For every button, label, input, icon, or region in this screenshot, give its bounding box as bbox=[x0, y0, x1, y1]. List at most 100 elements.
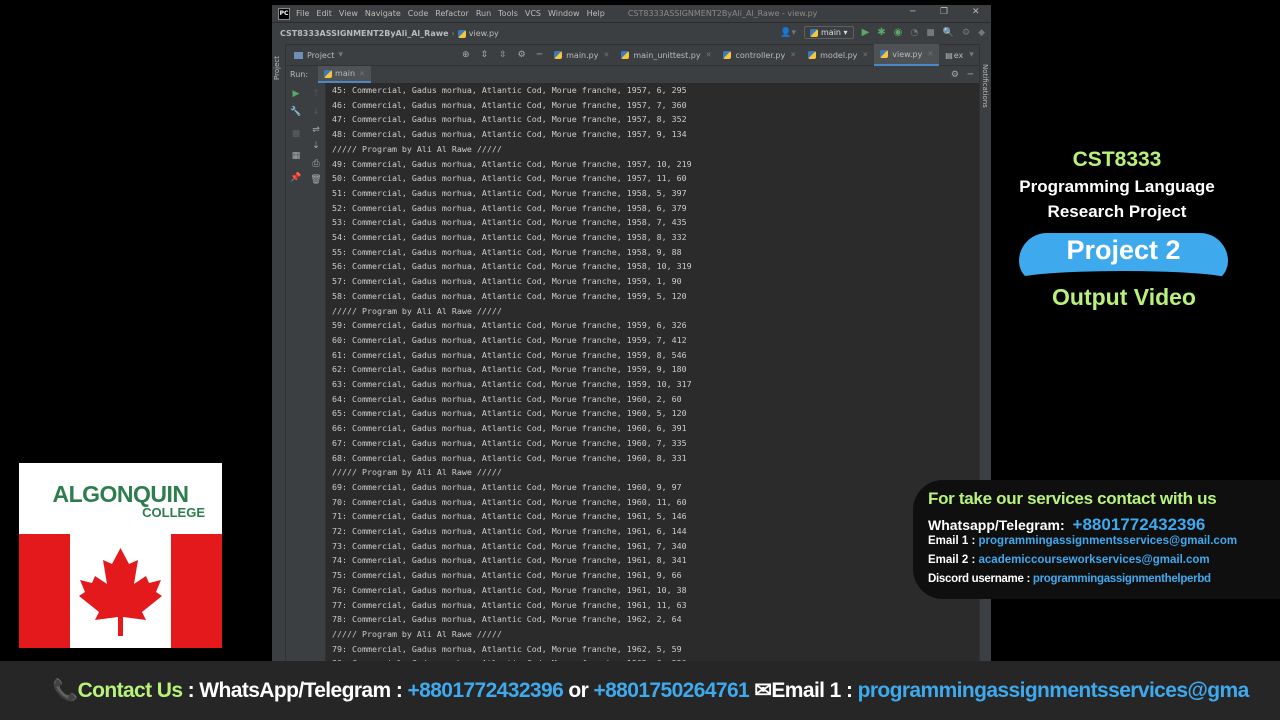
menu-refactor[interactable]: Refactor bbox=[435, 9, 469, 18]
gear-icon[interactable]: ⚙ bbox=[518, 50, 526, 60]
console-line: 62: Commercial, Gadus morhua, Atlantic C… bbox=[332, 364, 687, 375]
minimize-icon[interactable]: ─ bbox=[910, 7, 915, 17]
close-icon[interactable]: ✕ bbox=[359, 70, 365, 78]
ticker-email-value[interactable]: programmingassignmentsservices@gma bbox=[858, 679, 1250, 702]
menu-tools[interactable]: Tools bbox=[498, 9, 518, 18]
run-icon[interactable]: ▶ bbox=[862, 27, 870, 38]
console-line: 52: Commercial, Gadus morhua, Atlantic C… bbox=[332, 202, 687, 213]
user-icon[interactable]: 👤▾ bbox=[780, 28, 796, 38]
down-arrow-icon[interactable]: ↓ bbox=[310, 107, 322, 117]
file-icon: ▤ bbox=[945, 50, 953, 60]
whatsapp-value[interactable]: +8801772432396 bbox=[1073, 515, 1206, 534]
menu-run[interactable]: Run bbox=[476, 9, 491, 18]
close-icon[interactable]: ✕ bbox=[790, 51, 796, 59]
discord-value[interactable]: programmingassignmenthelperbd bbox=[1033, 573, 1211, 585]
menu-navigate[interactable]: Navigate bbox=[365, 9, 401, 18]
gear-icon[interactable]: ⚙ bbox=[962, 28, 970, 38]
tab-model-py[interactable]: model.py ✕ bbox=[802, 44, 874, 66]
print-icon[interactable]: ⎙ bbox=[310, 159, 322, 169]
close-icon[interactable]: ✕ bbox=[603, 51, 609, 59]
breadcrumb-file[interactable]: view.py bbox=[469, 29, 499, 38]
console-line: 69: Commercial, Gadus morhua, Atlantic C… bbox=[332, 481, 682, 492]
console-line: 61: Commercial, Gadus morhua, Atlantic C… bbox=[332, 349, 687, 360]
console-line: 59: Commercial, Gadus morhua, Atlantic C… bbox=[332, 320, 687, 331]
run-panel-actions: ⚙ ─ bbox=[951, 70, 973, 80]
console-line: 47: Commercial, Gadus morhua, Atlantic C… bbox=[332, 114, 687, 125]
hide-icon[interactable]: ─ bbox=[968, 70, 973, 80]
close-icon[interactable]: ✕ bbox=[706, 51, 712, 59]
notifications-label[interactable]: Notifications bbox=[981, 64, 989, 108]
chevron-down-icon: ▾ bbox=[338, 50, 343, 60]
console-line: 48: Commercial, Gadus morhua, Atlantic C… bbox=[332, 129, 687, 140]
run-tab-main[interactable]: main ✕ bbox=[318, 66, 371, 83]
gear-icon[interactable]: ⚙ bbox=[951, 70, 959, 80]
email2-label: Email 2 : bbox=[928, 554, 976, 566]
tab-controller-py[interactable]: controller.py ✕ bbox=[717, 44, 802, 66]
menu-help[interactable]: Help bbox=[587, 9, 605, 18]
crosshair-icon[interactable]: ⊕ bbox=[462, 50, 470, 60]
console-output[interactable]: 45: Commercial, Gadus morhua, Atlantic C… bbox=[327, 83, 979, 661]
python-file-icon bbox=[621, 51, 630, 59]
python-file-icon bbox=[457, 29, 466, 38]
email1-value[interactable]: programmingassignmentsservices@gmail.com bbox=[979, 535, 1238, 547]
console-line: 72: Commercial, Gadus morhua, Atlantic C… bbox=[332, 526, 687, 536]
console-line: ///// Program by Ali Al Rawe ///// bbox=[332, 467, 502, 478]
menu-file[interactable]: File bbox=[296, 9, 309, 18]
rerun-icon[interactable]: ▶ bbox=[290, 89, 302, 99]
wrench-icon[interactable]: 🔧 bbox=[290, 107, 302, 117]
nav-toolbar: 👤▾ main ▾ ▶ ✱ ◉ ◔ ■ 🔍 ⚙ ◆ bbox=[780, 26, 985, 39]
project-tool-window-label[interactable]: Project bbox=[273, 56, 281, 80]
close-icon[interactable]: ✕ bbox=[972, 7, 980, 17]
collapse-icon[interactable]: ⇕ bbox=[481, 50, 489, 60]
layout-icon[interactable]: ▦ bbox=[290, 151, 302, 161]
menu-view[interactable]: View bbox=[339, 9, 358, 18]
scroll-to-end-icon[interactable]: ⇣ bbox=[310, 141, 322, 151]
menu-window[interactable]: Window bbox=[548, 9, 580, 18]
window-title: CST8333ASSIGNMENT2ByAli_Al_Rawe - view.p… bbox=[627, 9, 818, 18]
ticker-phone2[interactable]: +8801750264761 bbox=[593, 679, 749, 702]
python-file-icon bbox=[554, 51, 563, 59]
console-line: 45: Commercial, Gadus morhua, Atlantic C… bbox=[332, 85, 687, 95]
soft-wrap-icon[interactable]: ⇌ bbox=[310, 125, 322, 135]
tab-view-py[interactable]: view.py ✕ bbox=[874, 44, 940, 66]
console-line: 76: Commercial, Gadus morhua, Atlantic C… bbox=[332, 584, 687, 595]
breadcrumb-project[interactable]: CST8333ASSIGNMENT2ByAli_Al_Rawe bbox=[280, 29, 449, 38]
stop-icon[interactable]: ■ bbox=[926, 28, 935, 38]
tab-main-py[interactable]: main.py ✕ bbox=[548, 44, 615, 66]
whatsapp-label: Whatsapp/Telegram: bbox=[928, 517, 1065, 533]
run-panel-header: Run: main ✕ ⚙ ─ bbox=[286, 66, 979, 83]
restore-icon[interactable]: ❐ bbox=[940, 7, 948, 17]
tab-ex[interactable]: ▤ ex bbox=[939, 44, 969, 66]
menu-edit[interactable]: Edit bbox=[316, 9, 332, 18]
ide-window: PC File Edit View Navigate Code Refactor… bbox=[272, 5, 991, 661]
phone-icon: 📞 bbox=[52, 679, 78, 702]
profile-icon[interactable]: ◔ bbox=[910, 28, 918, 38]
trash-icon[interactable]: 🗑 bbox=[310, 175, 322, 185]
plugin-icon[interactable]: ◆ bbox=[978, 28, 985, 38]
contact-card: For take our services contact with us Wh… bbox=[913, 480, 1280, 599]
canada-flag-icon bbox=[19, 534, 222, 648]
search-icon[interactable]: 🔍 bbox=[943, 28, 954, 38]
close-icon[interactable]: ✕ bbox=[927, 50, 933, 58]
run-config-select[interactable]: main ▾ bbox=[804, 26, 854, 39]
project-selector[interactable]: Project ▾ bbox=[294, 50, 462, 60]
menu-vcs[interactable]: VCS bbox=[525, 9, 541, 18]
ticker-phone1[interactable]: +8801772432396 bbox=[407, 679, 563, 702]
tab-list-chevron-icon[interactable]: ▾ bbox=[969, 50, 974, 60]
console-line: 74: Commercial, Gadus morhua, Atlantic C… bbox=[332, 555, 687, 566]
contact-heading: For take our services contact with us bbox=[928, 489, 1217, 508]
stop-icon[interactable]: ■ bbox=[290, 129, 302, 139]
menu-code[interactable]: Code bbox=[408, 9, 428, 18]
email2-value[interactable]: academiccourseworkservices@gmail.com bbox=[979, 554, 1210, 566]
console-line: 71: Commercial, Gadus morhua, Atlantic C… bbox=[332, 511, 687, 522]
coverage-icon[interactable]: ◉ bbox=[894, 27, 903, 38]
tab-main-unittest-py[interactable]: main_unittest.py ✕ bbox=[615, 44, 717, 66]
python-file-icon bbox=[324, 69, 333, 78]
close-icon[interactable]: ✕ bbox=[862, 51, 868, 59]
console-line: 73: Commercial, Gadus morhua, Atlantic C… bbox=[332, 540, 687, 551]
hide-icon[interactable]: ─ bbox=[537, 50, 542, 60]
expand-icon[interactable]: ⇳ bbox=[499, 50, 507, 60]
up-arrow-icon[interactable]: ↑ bbox=[310, 89, 322, 99]
debug-icon[interactable]: ✱ bbox=[877, 27, 885, 38]
pin-icon[interactable]: 📌 bbox=[290, 173, 302, 183]
